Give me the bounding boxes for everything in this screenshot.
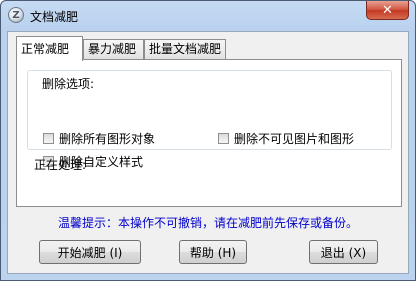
close-button[interactable]: ✕ — [366, 1, 409, 20]
dialog-client-area: 正常减肥 暴力减肥 批量文档减肥 删除选项: 删除所有图形对象 删除不可见图片和… — [7, 31, 409, 274]
dialog-window: Z 文档减肥 ✕ 正常减肥 暴力减肥 批量文档减肥 删除选项: 删除所有图形对象… — [0, 0, 416, 281]
app-icon: Z — [8, 7, 24, 23]
checkbox-box[interactable] — [43, 133, 54, 144]
tab-batch-slim[interactable]: 批量文档减肥 — [144, 39, 226, 59]
title-bar[interactable]: Z 文档减肥 ✕ — [1, 1, 415, 31]
checkbox-box[interactable] — [218, 133, 229, 144]
processing-label: 正在处理: — [34, 158, 87, 172]
checkbox-delete-invisible-images[interactable]: 删除不可见图片和图形 — [218, 130, 354, 147]
delete-options-label: 删除选项: — [40, 75, 97, 92]
checkbox-label: 删除不可见图片和图形 — [234, 132, 355, 146]
exit-button[interactable]: 退出 (X) — [309, 240, 378, 264]
checkbox-delete-all-shapes[interactable]: 删除所有图形对象 — [43, 130, 155, 147]
start-slim-button[interactable]: 开始减肥 (I) — [39, 240, 141, 264]
help-button[interactable]: 帮助 (H) — [179, 240, 247, 264]
tab-panel-normal: 删除选项: 删除所有图形对象 删除不可见图片和图形 删除自定义样式 — [16, 59, 402, 207]
close-icon: ✕ — [382, 2, 393, 18]
tab-force-slim[interactable]: 暴力减肥 — [83, 39, 144, 59]
tab-normal-slim[interactable]: 正常减肥 — [16, 36, 83, 61]
warning-tip: 温馨提示：本操作不可撤销，请在减肥前先保存或备份。 — [57, 216, 358, 230]
window-title: 文档减肥 — [30, 10, 79, 24]
checkbox-label: 删除所有图形对象 — [59, 132, 156, 146]
